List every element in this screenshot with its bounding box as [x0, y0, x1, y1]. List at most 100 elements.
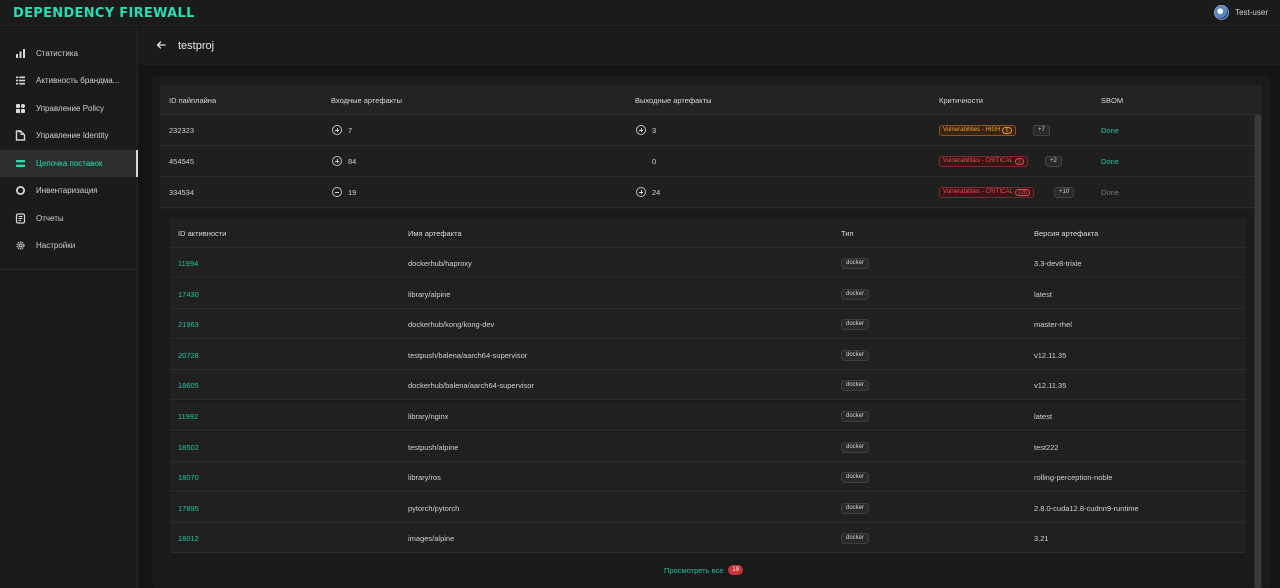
expand-plus-icon[interactable] [332, 156, 342, 166]
expand-plus-icon[interactable] [636, 125, 646, 135]
activity-id-link[interactable]: 18605 [178, 381, 199, 390]
pipeline-id: 334534 [169, 188, 195, 197]
artifact-name: dockerhub/balena/aarch64-supervisor [408, 381, 534, 390]
table-row[interactable] [170, 432, 1246, 462]
type-badge: docker [841, 319, 870, 330]
app-logo[interactable]: DEPENDENCY FIREWALL [13, 6, 195, 21]
activity-id-link[interactable]: 18012 [178, 534, 199, 543]
activity-id-link[interactable]: 18502 [178, 443, 199, 452]
type-badge: docker [841, 258, 870, 269]
header-artifact-name: Имя артефакта [408, 229, 462, 238]
sidebar-divider [0, 269, 138, 270]
identity-doc-icon [15, 130, 26, 141]
view-all-label[interactable]: Просмотреть все [664, 566, 723, 575]
top-bar: DEPENDENCY FIREWALL Test-user [0, 0, 1280, 26]
pipeline-id: 454545 [169, 157, 195, 166]
pipeline-row[interactable] [160, 115, 1254, 146]
activity-id-link[interactable]: 17895 [178, 504, 199, 513]
sidebar-item-label: Управление Policy [36, 104, 105, 113]
pipeline-row[interactable] [160, 146, 1254, 177]
vulnerability-count: 1 [1014, 158, 1024, 165]
type-badge: docker [841, 533, 870, 544]
input-artifacts-count: 19 [348, 188, 357, 197]
artifact-version: test222 [1034, 443, 1059, 452]
vulnerability-badge[interactable]: Vulnerabilities - HIGH 6 [939, 125, 1016, 136]
pipeline-row[interactable] [160, 177, 1254, 208]
artifact-name: library/ros [408, 473, 441, 482]
type-badge: docker [841, 380, 870, 391]
activity-id-link[interactable]: 11992 [178, 412, 198, 421]
artifact-name: testpush/balena/aarch64-supervisor [408, 351, 528, 360]
artifact-version: 2.8.0-cuda12.8-cudnn9-runtime [1034, 504, 1139, 513]
header-output-artifacts: Выходные артефакты [635, 96, 712, 105]
artifact-version: 3.3-dev8-trixie [1034, 259, 1082, 268]
bar-chart-icon [15, 48, 26, 59]
expand-plus-icon[interactable] [636, 187, 646, 197]
sbom-status[interactable]: Done [1101, 188, 1119, 197]
user-name[interactable]: Test-user [1235, 8, 1268, 17]
page-title: testproj [178, 40, 215, 52]
scrollbar-thumb[interactable] [1255, 115, 1261, 588]
header-activity-id: ID активности [178, 229, 227, 238]
sidebar-item-1[interactable]: Статистика [0, 40, 138, 67]
table-row[interactable] [170, 401, 1246, 431]
vulnerability-label: Vulnerabilities - CRITICAL [943, 158, 1013, 164]
artifact-version: v12.11.35 [1034, 351, 1067, 360]
header-type: Тип [841, 229, 854, 238]
sidebar-item-7[interactable]: Отчеты [0, 205, 138, 232]
vulnerability-count: 128 [1014, 189, 1030, 196]
table-row[interactable] [170, 279, 1246, 309]
vulnerability-badge[interactable]: Vulnerabilities - CRITICAL 1 [939, 156, 1028, 167]
artifact-version: v12.11.35 [1034, 381, 1067, 390]
sidebar-item-4[interactable]: Управление Identity [0, 122, 138, 149]
view-all-link[interactable]: Просмотреть все 19 [664, 565, 744, 575]
artifact-name: dockerhub/haproxy [408, 259, 472, 268]
type-badge: docker [841, 411, 870, 422]
pipeline-id: 232323 [169, 126, 195, 135]
table-row[interactable] [170, 523, 1246, 553]
view-all-count-badge: 19 [728, 565, 744, 575]
more-severities-badge[interactable]: +2 [1045, 156, 1062, 167]
activity-id-link[interactable]: 18070 [178, 473, 199, 482]
user-menu[interactable]: Test-user [1214, 5, 1268, 20]
more-severities-badge[interactable]: +10 [1054, 187, 1075, 198]
artifact-version: 3.21 [1034, 534, 1049, 543]
vulnerability-badge[interactable]: Vulnerabilities - CRITICAL 128 [939, 187, 1034, 198]
activity-id-link[interactable]: 11994 [178, 259, 198, 268]
table-row[interactable] [170, 340, 1246, 370]
artifact-name: library/alpine [408, 290, 451, 299]
sidebar-item-6[interactable]: Инвентаризация [0, 177, 138, 204]
artifact-name: pytorch/pytorch [408, 504, 460, 513]
sidebar-item-label: Статистика [36, 49, 79, 58]
table-row[interactable] [170, 248, 1246, 278]
header-artifact-version: Версия артефакта [1034, 229, 1099, 238]
sidebar-item-2[interactable]: Активность брандма... [0, 67, 138, 94]
sidebar-item-label: Активность брандма... [36, 76, 120, 85]
table-row[interactable] [170, 309, 1246, 339]
header-input-artifacts: Входные артефакты [331, 96, 402, 105]
sbom-status[interactable]: Done [1101, 126, 1119, 135]
sidebar-item-label: Цепочка поставок [36, 159, 103, 168]
header-sbom: SBOM [1101, 96, 1124, 105]
activity-id-link[interactable]: 21963 [178, 320, 199, 329]
collapse-minus-icon[interactable] [332, 187, 342, 197]
back-arrow-icon[interactable] [155, 39, 167, 51]
sbom-status[interactable]: Done [1101, 157, 1119, 166]
artifact-name: images/alpine [408, 534, 455, 543]
input-artifacts-count: 84 [348, 157, 357, 166]
artifact-version: latest [1034, 412, 1052, 421]
avatar[interactable] [1214, 5, 1230, 20]
activity-id-link[interactable]: 20728 [178, 351, 199, 360]
sidebar-item-label: Настройки [36, 241, 76, 250]
inventory-circle-icon [15, 185, 26, 196]
expand-plus-icon[interactable] [332, 125, 342, 135]
sidebar-item-5[interactable]: Цепочка поставок [0, 150, 138, 177]
table-row[interactable] [170, 370, 1246, 400]
sidebar-item-3[interactable]: Управление Policy [0, 95, 138, 122]
gear-icon [15, 240, 26, 251]
more-severities-badge[interactable]: +7 [1033, 125, 1050, 136]
sidebar-item-label: Управление Identity [36, 131, 109, 140]
activity-id-link[interactable]: 17430 [178, 290, 199, 299]
artifact-name: library/nginx [408, 412, 449, 421]
sidebar-item-8[interactable]: Настройки [0, 232, 138, 259]
